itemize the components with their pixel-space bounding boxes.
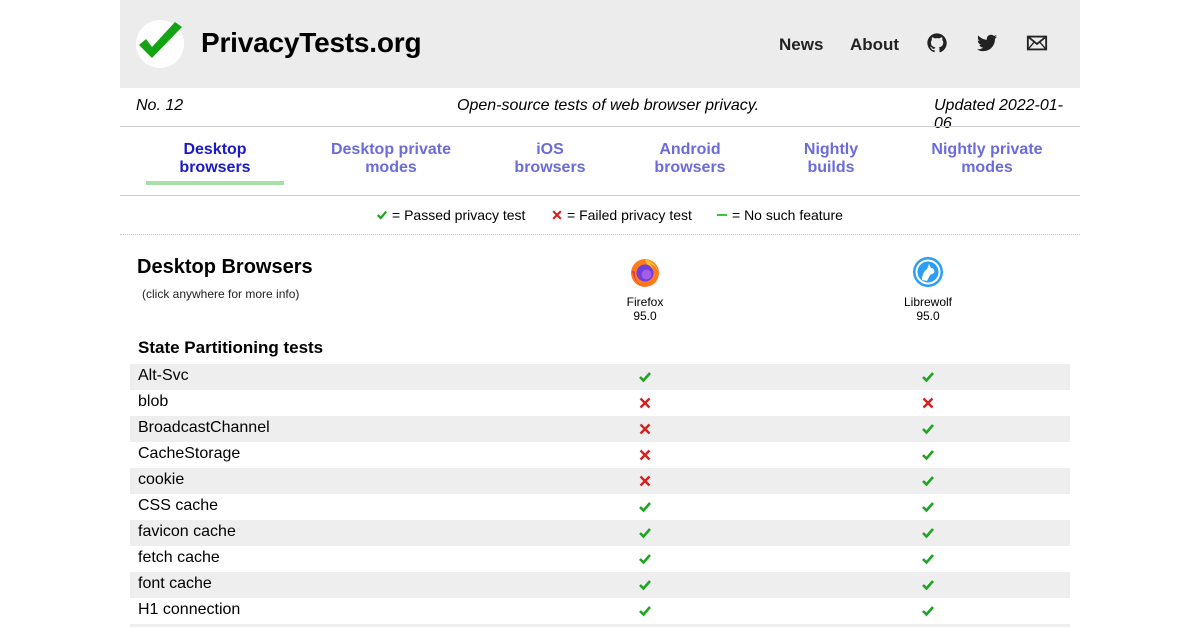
mail-icon[interactable] — [1026, 32, 1048, 54]
test-name: BroadcastChannel — [138, 419, 270, 436]
tab-label-line2: browsers — [179, 159, 251, 176]
browser-header-firefox[interactable]: Firefox 95.0 — [605, 256, 685, 323]
test-name: CSS cache — [138, 497, 219, 514]
legend-failed: = Failed privacy test — [551, 207, 692, 223]
tab-label-line2: browsers — [654, 159, 726, 176]
table-row[interactable]: favicon cache — [130, 520, 1070, 546]
browser-header-librewolf[interactable]: Librewolf 95.0 — [888, 256, 968, 323]
tab-label-line1: Nightly private — [931, 141, 1043, 158]
browser-name: Librewolf — [903, 295, 953, 309]
legend-no-feature: = No such feature — [716, 207, 843, 223]
test-name: CacheStorage — [138, 445, 241, 462]
cross-icon[interactable] — [638, 448, 652, 462]
tab-nightly-private-modes[interactable]: Nightly private modes — [917, 141, 1057, 177]
check-icon[interactable] — [921, 370, 935, 384]
dotted-divider — [120, 234, 1080, 235]
check-icon[interactable] — [921, 526, 935, 540]
test-name: fetch cache — [138, 549, 220, 566]
tagline: Open-source tests of web browser privacy… — [457, 97, 760, 114]
table-row[interactable]: CacheStorage — [130, 442, 1070, 468]
cross-icon — [552, 210, 562, 220]
table-row[interactable]: cookie — [130, 468, 1070, 494]
site-title[interactable]: PrivacyTests.org — [201, 27, 422, 59]
table-row[interactable]: BroadcastChannel — [130, 416, 1070, 442]
check-icon[interactable] — [921, 578, 935, 592]
browser-version: 95.0 — [633, 309, 657, 323]
cross-icon[interactable] — [638, 474, 652, 488]
github-icon[interactable] — [926, 32, 948, 54]
table-row[interactable]: font cache — [130, 572, 1070, 598]
updated-date: Updated 2022-01-06 — [934, 97, 1063, 132]
table-row[interactable]: H1 connection — [130, 598, 1070, 624]
legend-none-label: = No such feature — [732, 207, 843, 223]
tab-label-line2: modes — [365, 159, 417, 176]
check-icon — [376, 210, 388, 220]
check-icon[interactable] — [638, 552, 652, 566]
table-title: Desktop Browsers — [137, 256, 313, 278]
tab-ios-browsers[interactable]: iOS browsers — [500, 141, 600, 177]
tab-label-line2: modes — [961, 159, 1013, 176]
legend-failed-label: = Failed privacy test — [567, 207, 692, 223]
tab-label-line1: Desktop private — [330, 141, 452, 158]
legend-passed: = Passed privacy test — [376, 207, 525, 223]
test-name: Alt-Svc — [138, 367, 189, 384]
issue-number: No. 12 — [136, 97, 184, 114]
tab-label-line2: builds — [807, 159, 855, 176]
check-icon[interactable] — [921, 474, 935, 488]
check-icon[interactable] — [638, 500, 652, 514]
dash-icon — [716, 213, 728, 217]
legend-passed-label: = Passed privacy test — [392, 207, 526, 223]
check-icon[interactable] — [921, 448, 935, 462]
table-row[interactable]: blob — [130, 390, 1070, 416]
page: PrivacyTests.org News About No. 12 Open-… — [120, 0, 1080, 627]
check-icon[interactable] — [921, 422, 935, 436]
divider — [120, 126, 1080, 127]
firefox-icon — [631, 259, 659, 287]
results-table: Alt-Svc blob BroadcastChannel CacheStorage c… — [130, 364, 1070, 624]
site-header: PrivacyTests.org News About — [120, 0, 1080, 88]
librewolf-icon — [913, 257, 943, 287]
cross-icon[interactable] — [921, 396, 935, 410]
browser-version: 95.0 — [916, 309, 940, 323]
table-hint: (click anywhere for more info) — [142, 287, 300, 301]
test-name: favicon cache — [138, 523, 236, 540]
nav-news-link[interactable]: News — [779, 35, 823, 55]
check-icon[interactable] — [638, 370, 652, 384]
tab-desktop-browsers[interactable]: Desktop browsers — [160, 141, 270, 177]
section-title: State Partitioning tests — [138, 338, 324, 357]
check-icon[interactable] — [638, 578, 652, 592]
active-tab-underline — [146, 181, 284, 185]
cross-icon[interactable] — [638, 396, 652, 410]
logo-check-icon[interactable] — [136, 20, 184, 68]
table-row[interactable]: CSS cache — [130, 494, 1070, 520]
test-name: font cache — [138, 575, 212, 592]
tab-label-line1: Android — [659, 141, 721, 158]
check-icon[interactable] — [921, 500, 935, 514]
tab-desktop-private-modes[interactable]: Desktop private modes — [321, 141, 461, 177]
check-icon[interactable] — [921, 552, 935, 566]
divider — [120, 195, 1080, 196]
tab-label-line1: Nightly — [803, 141, 859, 158]
table-row[interactable]: Alt-Svc — [130, 364, 1070, 390]
check-icon[interactable] — [638, 604, 652, 618]
tab-label-line1: Desktop — [183, 141, 247, 158]
tab-label-line2: browsers — [514, 159, 586, 176]
check-icon[interactable] — [638, 526, 652, 540]
browser-name: Firefox — [626, 295, 664, 309]
check-icon[interactable] — [921, 604, 935, 618]
tab-nightly-builds[interactable]: Nightly builds — [786, 141, 876, 177]
table-row[interactable]: fetch cache — [130, 546, 1070, 572]
tab-label-line1: iOS — [536, 141, 564, 158]
test-name: blob — [138, 393, 169, 410]
test-name: cookie — [138, 471, 185, 488]
tab-android-browsers[interactable]: Android browsers — [640, 141, 740, 177]
test-name: H1 connection — [138, 601, 241, 618]
twitter-icon[interactable] — [976, 32, 998, 54]
cross-icon[interactable] — [638, 422, 652, 436]
nav-about-link[interactable]: About — [850, 35, 899, 55]
